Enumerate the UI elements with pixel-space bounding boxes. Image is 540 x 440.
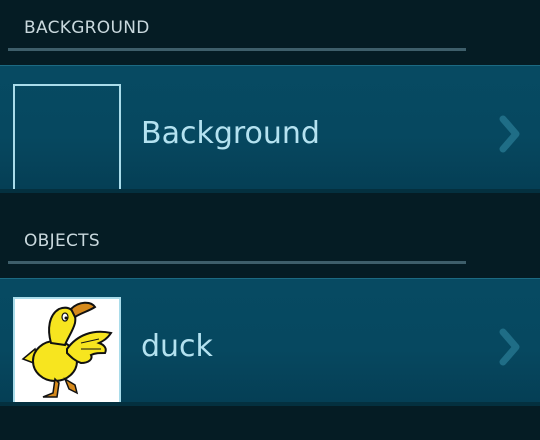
chevron-right-icon xyxy=(499,115,520,153)
duck-image xyxy=(21,301,113,398)
program-screen: BACKGROUND Background OBJECTS duck xyxy=(0,0,540,440)
background-section-title: BACKGROUND xyxy=(24,18,150,38)
background-section-header: BACKGROUND xyxy=(0,0,540,62)
background-thumbnail xyxy=(13,84,121,192)
duck-item-row[interactable]: duck xyxy=(0,278,540,406)
chevron-right-icon xyxy=(499,328,520,366)
section-divider xyxy=(8,48,466,51)
background-item-row[interactable]: Background xyxy=(0,65,540,193)
duck-thumbnail xyxy=(13,297,121,405)
objects-section-title: OBJECTS xyxy=(24,231,100,251)
duck-item-label: duck xyxy=(141,329,213,364)
background-item-label: Background xyxy=(141,116,320,151)
section-divider xyxy=(8,261,466,264)
objects-section-header: OBJECTS xyxy=(0,213,540,275)
